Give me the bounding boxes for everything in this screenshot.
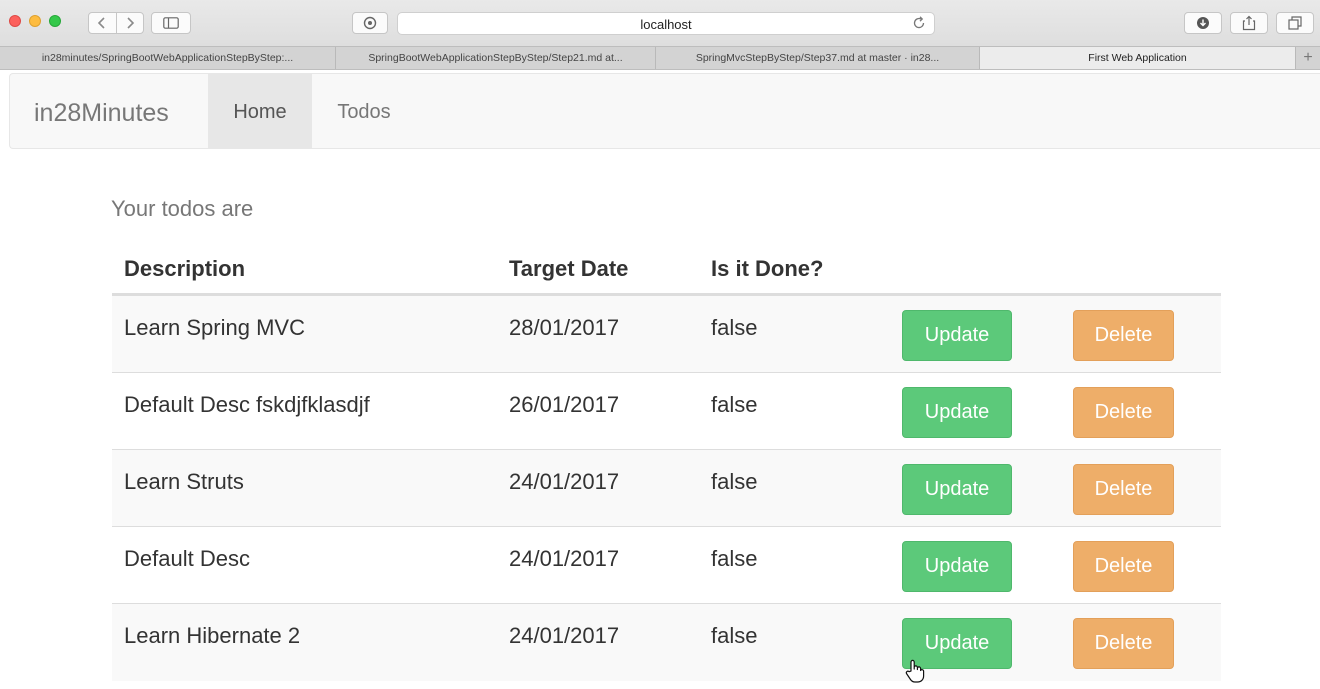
delete-button[interactable]: Delete bbox=[1073, 387, 1174, 438]
table-row: Learn Hibernate 2 24/01/2017 false Updat… bbox=[112, 604, 1221, 681]
browser-toolbar: localhost bbox=[0, 0, 1320, 46]
sidebar-icon bbox=[163, 17, 179, 29]
brand-link[interactable]: in28Minutes bbox=[34, 99, 169, 128]
close-window-button[interactable] bbox=[9, 15, 21, 27]
show-tabs-button[interactable] bbox=[1276, 12, 1314, 34]
delete-button[interactable]: Delete bbox=[1073, 541, 1174, 592]
delete-button[interactable]: Delete bbox=[1073, 464, 1174, 515]
nav-home[interactable]: Home bbox=[208, 74, 312, 148]
todo-done: false bbox=[711, 546, 758, 571]
update-button[interactable]: Update bbox=[902, 310, 1012, 361]
todo-description: Learn Struts bbox=[124, 469, 244, 494]
tab-first-web-application[interactable]: First Web Application bbox=[980, 47, 1296, 69]
nav-todos[interactable]: Todos bbox=[312, 74, 416, 148]
download-icon bbox=[1197, 17, 1209, 29]
minimize-window-button[interactable] bbox=[29, 15, 41, 27]
todos-table: Description Target Date Is it Done? Lear… bbox=[112, 241, 1221, 681]
address-bar[interactable]: localhost bbox=[397, 12, 935, 35]
todo-target-date: 28/01/2017 bbox=[509, 315, 620, 340]
zoom-window-button[interactable] bbox=[49, 15, 61, 27]
tab-bar: in28minutes/SpringBootWebApplicationStep… bbox=[0, 46, 1320, 70]
hand-cursor-icon bbox=[905, 659, 925, 683]
table-row: Default Desc fskdjfklasdjf 26/01/2017 fa… bbox=[112, 373, 1221, 450]
update-button[interactable]: Update bbox=[902, 541, 1012, 592]
column-target-date: Target Date bbox=[509, 256, 629, 281]
column-is-done: Is it Done? bbox=[711, 256, 824, 281]
share-icon bbox=[1242, 15, 1256, 31]
table-header: Description Target Date Is it Done? bbox=[112, 241, 1221, 296]
todo-done: false bbox=[711, 392, 758, 417]
todo-target-date: 24/01/2017 bbox=[509, 546, 620, 571]
back-button[interactable] bbox=[89, 13, 116, 33]
navbar: in28Minutes Home Todos bbox=[9, 73, 1320, 149]
todo-target-date: 24/01/2017 bbox=[509, 469, 620, 494]
page-heading: Your todos are bbox=[111, 196, 254, 221]
privacy-button[interactable] bbox=[352, 12, 388, 34]
todo-description: Default Desc fskdjfklasdjf bbox=[124, 392, 370, 417]
tab-step21[interactable]: SpringBootWebApplicationStepByStep/Step2… bbox=[336, 47, 656, 69]
column-description: Description bbox=[124, 256, 246, 281]
tab-step37[interactable]: SpringMvcStepByStep/Step37.md at master … bbox=[656, 47, 980, 69]
todo-target-date: 26/01/2017 bbox=[509, 392, 620, 417]
update-button[interactable]: Update bbox=[902, 464, 1012, 515]
url-text: localhost bbox=[640, 17, 692, 32]
page-content: in28Minutes Home Todos Your todos are De… bbox=[0, 71, 1320, 689]
table-row: Learn Struts 24/01/2017 false Update Del… bbox=[112, 450, 1221, 527]
todo-done: false bbox=[711, 469, 758, 494]
update-button[interactable]: Update bbox=[902, 387, 1012, 438]
new-tab-button[interactable]: + bbox=[1296, 47, 1320, 69]
delete-button[interactable]: Delete bbox=[1073, 310, 1174, 361]
reload-icon[interactable] bbox=[911, 15, 927, 31]
todo-target-date: 24/01/2017 bbox=[509, 623, 620, 648]
todo-description: Default Desc bbox=[124, 546, 250, 571]
table-row: Learn Spring MVC 28/01/2017 false Update… bbox=[112, 296, 1221, 373]
todo-done: false bbox=[711, 315, 758, 340]
sidebar-button[interactable] bbox=[151, 12, 191, 34]
share-button[interactable] bbox=[1230, 12, 1268, 34]
tab-springboot-webapp[interactable]: in28minutes/SpringBootWebApplicationStep… bbox=[0, 47, 336, 69]
privacy-icon bbox=[363, 16, 377, 30]
delete-button[interactable]: Delete bbox=[1073, 618, 1174, 669]
table-row: Default Desc 24/01/2017 false Update Del… bbox=[112, 527, 1221, 604]
tabs-icon bbox=[1288, 16, 1302, 30]
history-nav bbox=[88, 12, 144, 34]
todo-done: false bbox=[711, 623, 758, 648]
back-icon bbox=[98, 17, 106, 29]
downloads-button[interactable] bbox=[1184, 12, 1222, 34]
todo-description: Learn Hibernate 2 bbox=[124, 623, 301, 648]
forward-button[interactable] bbox=[115, 13, 143, 33]
forward-icon bbox=[127, 17, 135, 29]
todo-description: Learn Spring MVC bbox=[124, 315, 305, 340]
